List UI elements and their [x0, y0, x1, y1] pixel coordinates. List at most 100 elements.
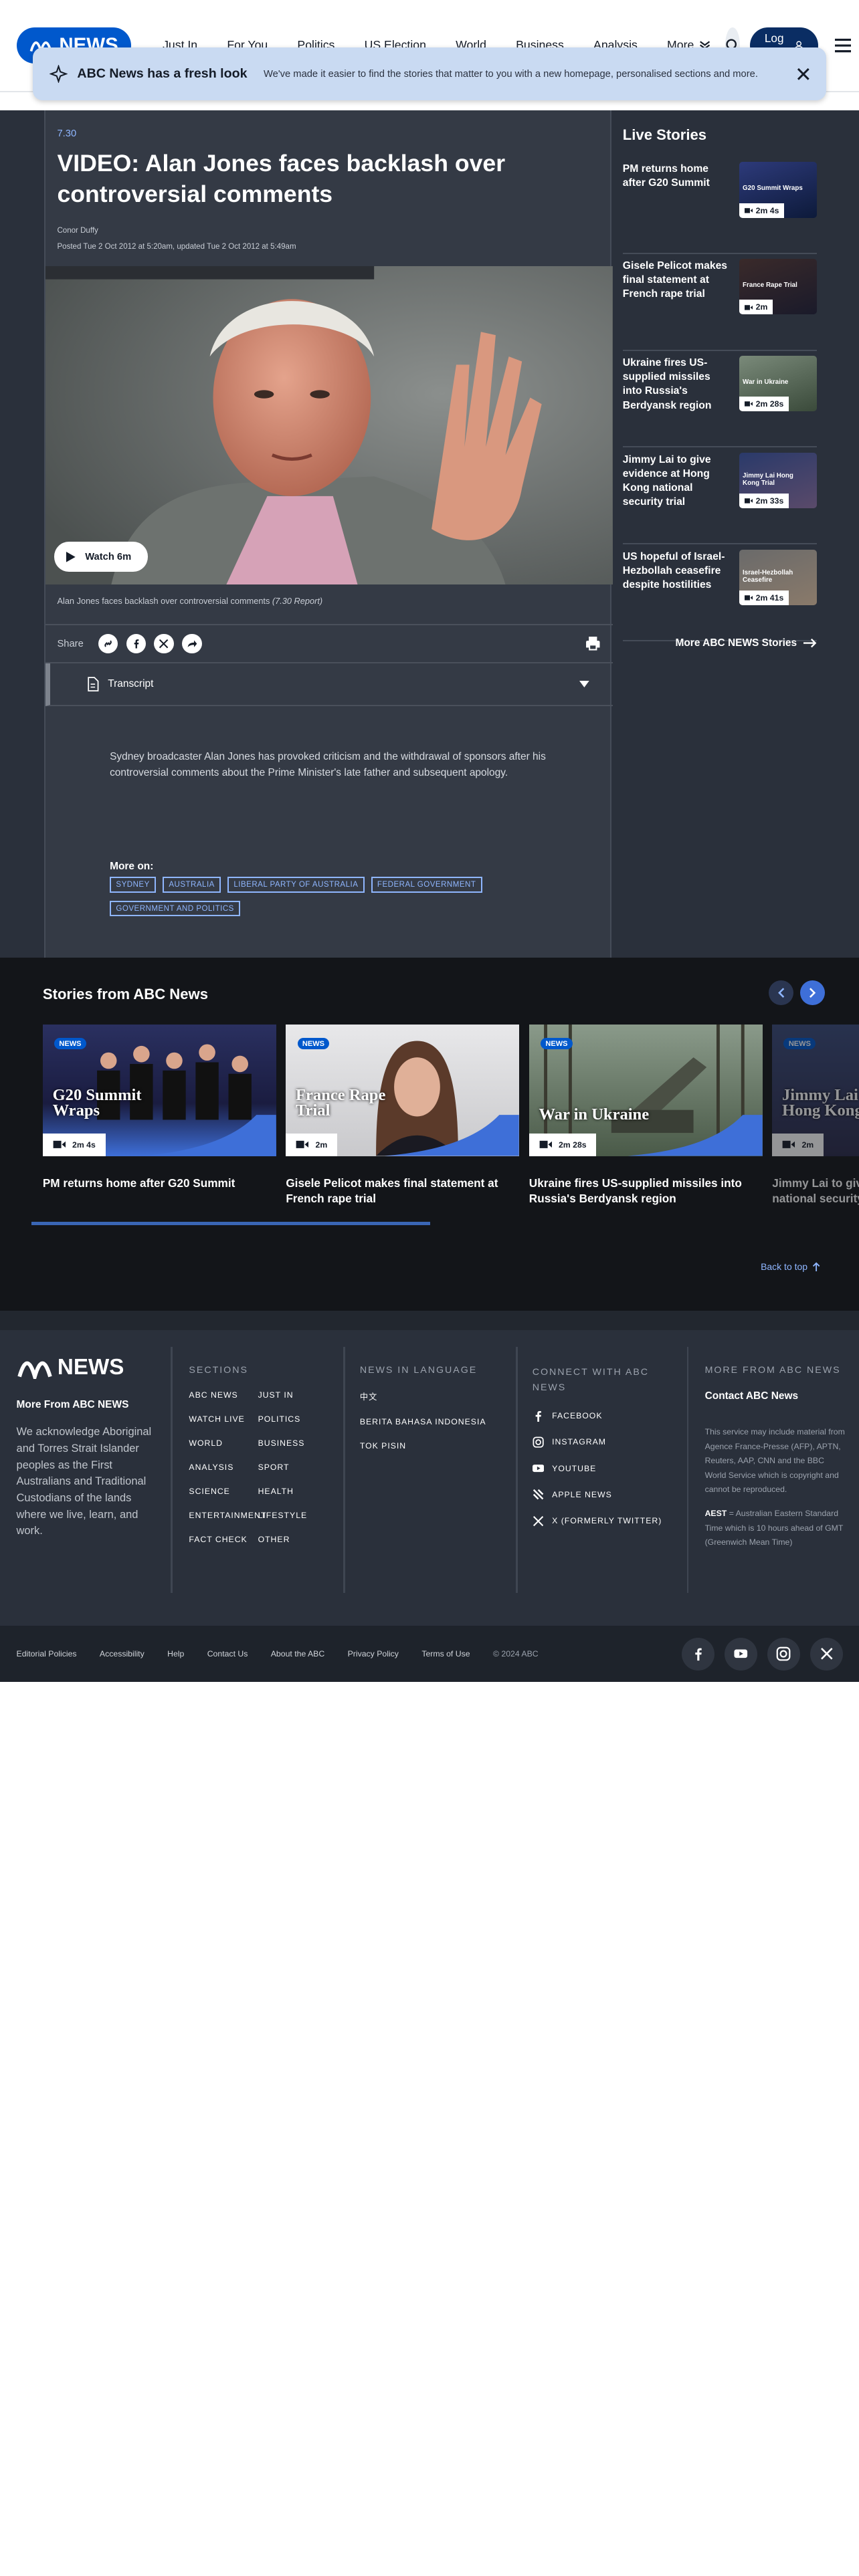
duration-text: 2m 33s	[755, 496, 784, 506]
live-story-item[interactable]: Jimmy Lai to give evidence at Hong Kong …	[622, 447, 817, 545]
terms-of-use-link[interactable]: Terms of Use	[421, 1649, 470, 1658]
x-icon	[159, 639, 169, 649]
about-the-abc-link[interactable]: About the ABC	[271, 1649, 324, 1658]
privacy-policy-link[interactable]: Privacy Policy	[348, 1649, 399, 1658]
tag-liberal-party[interactable]: LIBERAL PARTY OF AUSTRALIA	[227, 877, 365, 893]
live-story-item[interactable]: Gisele Pelicot makes final statement at …	[622, 254, 817, 351]
youtube-link[interactable]: YOUTUBE	[532, 1463, 680, 1474]
duration-badge: 2m 41s	[739, 591, 789, 606]
contact-abc-news-link[interactable]: Contact ABC News	[705, 1390, 846, 1402]
footer-link[interactable]: JUST IN	[258, 1390, 308, 1400]
sections-heading: SECTIONS	[189, 1364, 248, 1376]
footer-link[interactable]: TOK PISIN	[360, 1441, 486, 1451]
caret-down-icon	[579, 681, 590, 687]
footer-divider	[171, 1346, 173, 1594]
timestamp: Posted Tue 2 Oct 2012 at 5:20am, updated…	[57, 243, 296, 251]
footer-logo-text: NEWS	[57, 1355, 124, 1380]
more-share-button[interactable]	[182, 633, 202, 654]
story-card[interactable]: NEWS France Rape Trial 2m Gisele Pelicot…	[286, 1025, 520, 1206]
more-abc-news-stories-link[interactable]: More ABC NEWS Stories	[623, 637, 817, 649]
carousel-prev-button[interactable]	[769, 980, 794, 1005]
aest-note: AEST = Australian Eastern Standard Time …	[705, 1507, 846, 1549]
footer-link[interactable]: BERITA BAHASA INDONESIA	[360, 1417, 486, 1426]
print-icon[interactable]	[585, 635, 601, 652]
x-share-button[interactable]	[154, 633, 174, 654]
duration-text: 2m	[315, 1140, 328, 1150]
facebook-link[interactable]: FACEBOOK	[533, 1410, 680, 1422]
video-still-image	[45, 265, 613, 585]
footer-link[interactable]: OTHER	[258, 1535, 308, 1544]
author[interactable]: Conor Duffy	[57, 227, 98, 235]
footer-top-band	[0, 1310, 859, 1331]
x-link[interactable]: X (FORMERLY TWITTER)	[533, 1515, 680, 1527]
video-player[interactable]: Watch 6m	[45, 265, 613, 585]
footer-link[interactable]: 中文	[360, 1390, 486, 1402]
footer-link[interactable]: FACT CHECK	[189, 1535, 258, 1544]
live-story-thumbnail: G20 Summit Wraps 2m 4s	[739, 162, 817, 218]
accessibility-link[interactable]: Accessibility	[100, 1649, 145, 1658]
footer-link[interactable]: SPORT	[258, 1463, 308, 1472]
caption-source: (7.30 Report)	[272, 596, 323, 607]
tag-australia[interactable]: AUSTRALIA	[162, 877, 221, 893]
help-link[interactable]: Help	[167, 1649, 184, 1658]
connect-label: X (FORMERLY TWITTER)	[552, 1516, 662, 1526]
program-link[interactable]: 7.30	[57, 128, 76, 139]
card-overlay-title: War in Ukraine	[539, 1105, 650, 1124]
thumb-label: Jimmy Lai Hong Kong Trial	[743, 472, 793, 488]
close-icon[interactable]	[797, 68, 810, 81]
footer-link[interactable]: WATCH LIVE	[189, 1414, 258, 1424]
abc-news-badge: NEWS	[540, 1038, 573, 1050]
card-overlay-title: G20 Summit Wraps	[52, 1085, 142, 1120]
card-overlay-title: Jimmy Lai Hong Kong	[782, 1085, 859, 1120]
tag-government-and-politics[interactable]: GOVERNMENT AND POLITICS	[110, 901, 241, 917]
footer-link[interactable]: POLITICS	[258, 1414, 308, 1424]
thumb-label: G20 Summit Wraps	[743, 185, 803, 193]
footer-link[interactable]: BUSINESS	[258, 1438, 308, 1448]
transcript-toggle[interactable]: Transcript	[45, 663, 613, 706]
carousel-next-button[interactable]	[800, 980, 825, 1005]
live-story-item[interactable]: US hopeful of Israel-Hezbollah ceasefire…	[622, 544, 817, 642]
contact-us-link[interactable]: Contact Us	[207, 1649, 248, 1658]
video-camera-icon	[744, 207, 753, 213]
footer-link[interactable]: WORLD	[189, 1438, 258, 1448]
footer-link[interactable]: SCIENCE	[189, 1487, 258, 1496]
hamburger-menu-button[interactable]	[834, 38, 852, 53]
more-from-abc-news[interactable]: More From ABC NEWS	[17, 1399, 129, 1411]
live-story-thumbnail: Israel-Hezbollah Ceasefire 2m 41s	[739, 549, 817, 606]
live-story-thumbnail: France Rape Trial 2m	[739, 258, 817, 315]
chevron-right-icon	[809, 988, 816, 998]
story-card[interactable]: NEWS Jimmy Lai Hong Kong 2m Jimmy Lai to…	[772, 1025, 859, 1206]
x-social-button[interactable]	[809, 1637, 843, 1671]
live-story-item[interactable]: Ukraine fires US-supplied missiles into …	[622, 351, 817, 448]
footer-link[interactable]: HEALTH	[258, 1487, 308, 1496]
facebook-share-button[interactable]	[126, 633, 147, 654]
youtube-social-button[interactable]	[725, 1637, 758, 1671]
footer-abc-news-logo[interactable]: NEWS	[17, 1355, 124, 1380]
duration-text: 2m	[755, 302, 768, 312]
footer-link[interactable]: LIFESTYLE	[258, 1511, 308, 1520]
duration-badge: 2m 4s	[739, 203, 784, 218]
link-icon	[104, 640, 112, 647]
youtube-icon	[734, 1649, 748, 1658]
footer-link[interactable]: ANALYSIS	[189, 1463, 258, 1472]
editorial-policies-link[interactable]: Editorial Policies	[17, 1649, 77, 1658]
story-card-image: NEWS Jimmy Lai Hong Kong 2m	[772, 1025, 859, 1156]
story-card[interactable]: NEWS War in Ukraine 2m 28s Ukraine fires…	[529, 1025, 763, 1206]
story-card-title: Jimmy Lai to give evidence at Hong Kong …	[772, 1176, 859, 1205]
watch-video-button[interactable]: Watch 6m	[54, 542, 148, 572]
story-card[interactable]: NEWS G20 Summit Wraps 2m 4s PM returns h…	[42, 1025, 276, 1190]
footer-link[interactable]: ENTERTAINMENT	[189, 1511, 266, 1520]
tag-federal-government[interactable]: FEDERAL GOVERNMENT	[371, 877, 482, 893]
copy-link-button[interactable]	[98, 633, 118, 654]
more-on-heading: More on:	[110, 860, 154, 872]
instagram-social-button[interactable]	[767, 1637, 801, 1671]
back-to-top-link[interactable]: Back to top	[761, 1261, 821, 1272]
instagram-icon	[533, 1436, 544, 1448]
facebook-social-button[interactable]	[682, 1637, 715, 1671]
apple-news-icon	[533, 1489, 544, 1500]
footer-link[interactable]: ABC NEWS	[189, 1390, 258, 1400]
apple-news-link[interactable]: APPLE NEWS	[533, 1489, 680, 1500]
tag-sydney[interactable]: SYDNEY	[110, 877, 157, 893]
live-story-item[interactable]: PM returns home after G20 Summit G20 Sum…	[622, 157, 817, 254]
instagram-link[interactable]: INSTAGRAM	[533, 1436, 680, 1448]
